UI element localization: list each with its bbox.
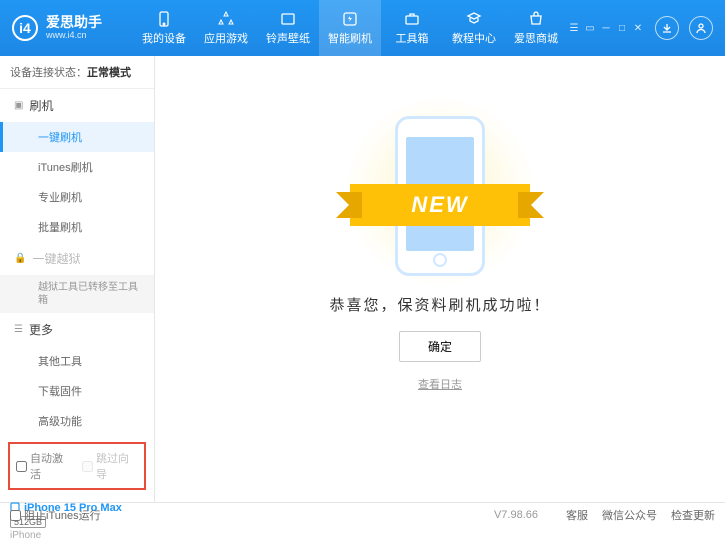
logo-icon: i4 [12,15,38,41]
download-button[interactable] [655,16,679,40]
sidebar-jailbreak-note: 越狱工具已转移至工具箱 [0,275,154,313]
logo-area: i4 爱思助手 www.i4.cn [12,15,133,41]
app-header: i4 爱思助手 www.i4.cn 我的设备 应用游戏 铃声壁纸 智能刷机 工具… [0,0,725,56]
tab-store[interactable]: 爱思商城 [505,0,567,56]
sidebar-item-itunes-flash[interactable]: iTunes刷机 [0,152,154,182]
new-ribbon: NEW [350,184,530,226]
toolbox-icon [403,10,421,28]
view-log-link[interactable]: 查看日志 [418,376,462,392]
success-message: 恭喜您，保资料刷机成功啦！ [329,294,550,315]
tab-apps-games[interactable]: 应用游戏 [195,0,257,56]
ok-button[interactable]: 确定 [399,331,481,362]
apps-icon [217,10,235,28]
store-icon [527,10,545,28]
app-title: 爱思助手 [46,15,102,30]
skin-icon[interactable]: ▭ [583,22,597,34]
sidebar-item-advanced[interactable]: 高级功能 [0,406,154,436]
tab-tutorials[interactable]: 教程中心 [443,0,505,56]
tutorial-icon [465,10,483,28]
main-content: NEW 恭喜您，保资料刷机成功啦！ 确定 查看日志 [155,56,725,502]
tab-ringtone-wallpaper[interactable]: 铃声壁纸 [257,0,319,56]
checkbox-auto-activate[interactable]: 自动激活 [16,450,72,482]
options-row: 自动激活 跳过向导 [8,442,146,490]
sidebar-item-pro-flash[interactable]: 专业刷机 [0,182,154,212]
list-icon: ☰ [14,324,23,335]
sidebar-item-other-tools[interactable]: 其他工具 [0,346,154,376]
minimize-icon[interactable]: ─ [599,22,613,34]
checkbox-block-itunes[interactable]: 阻止iTunes运行 [10,507,101,523]
version-label: V7.98.66 [494,509,538,521]
window-controls: ☰ ▭ ─ □ ✕ [567,22,645,34]
success-illustration: NEW [340,106,540,276]
flash-icon [341,10,359,28]
sidebar-group-jailbreak: 🔒 一键越狱 [0,242,154,275]
wallpaper-icon [279,10,297,28]
device-status: 设备连接状态：正常模式 [0,56,154,89]
tab-my-device[interactable]: 我的设备 [133,0,195,56]
sidebar-item-download-firmware[interactable]: 下载固件 [0,376,154,406]
device-type-label: iPhone [10,530,144,541]
tab-smart-flash[interactable]: 智能刷机 [319,0,381,56]
chevron-down-icon: ▣ [14,100,23,111]
footer-link-wechat[interactable]: 微信公众号 [602,507,657,523]
close-icon[interactable]: ✕ [631,22,645,34]
user-button[interactable] [689,16,713,40]
footer-link-update[interactable]: 检查更新 [671,507,715,523]
sidebar-group-flash[interactable]: ▣ 刷机 [0,89,154,122]
checkbox-skip-guide: 跳过向导 [82,450,138,482]
sidebar-item-oneclick-flash[interactable]: 一键刷机 [0,122,154,152]
footer-link-support[interactable]: 客服 [566,507,588,523]
app-url: www.i4.cn [46,31,102,41]
sidebar: 设备连接状态：正常模式 ▣ 刷机 一键刷机 iTunes刷机 专业刷机 批量刷机… [0,56,155,502]
nav-tabs: 我的设备 应用游戏 铃声壁纸 智能刷机 工具箱 教程中心 爱思商城 [133,0,567,56]
sidebar-item-batch-flash[interactable]: 批量刷机 [0,212,154,242]
tab-toolbox[interactable]: 工具箱 [381,0,443,56]
sidebar-group-more[interactable]: ☰ 更多 [0,313,154,346]
lock-icon: 🔒 [14,253,26,264]
phone-icon [155,10,173,28]
menu-icon[interactable]: ☰ [567,22,581,34]
maximize-icon[interactable]: □ [615,22,629,34]
